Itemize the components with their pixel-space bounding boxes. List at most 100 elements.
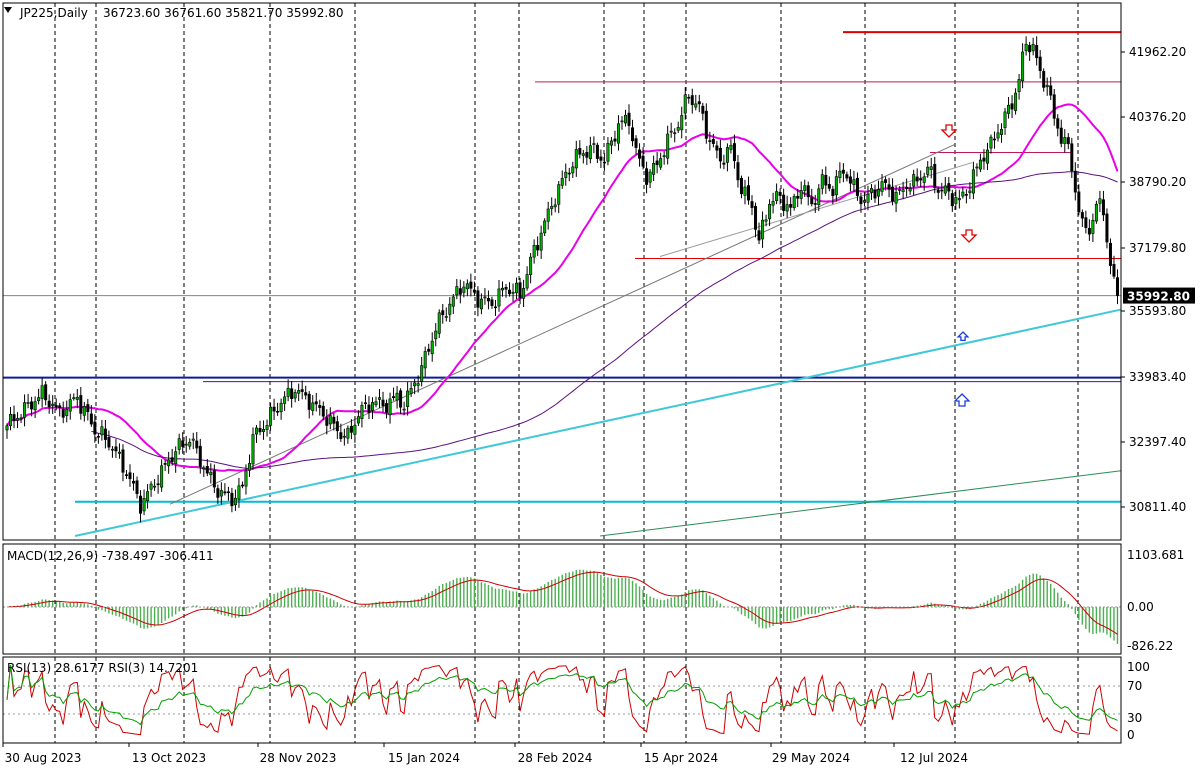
candle-bear	[54, 405, 58, 408]
macd-axis-label: -826.22	[1127, 639, 1173, 653]
candle-bull	[817, 188, 821, 205]
candle-bull	[560, 178, 564, 186]
candle-bull	[894, 192, 898, 204]
candle-bear	[718, 147, 722, 162]
candle-bull	[465, 283, 469, 290]
candle-bull	[648, 171, 652, 183]
candle-bull	[912, 174, 916, 187]
candle-bull	[184, 443, 188, 446]
candle-bull	[683, 94, 687, 114]
candle-bull	[378, 397, 382, 400]
candle-bear	[1084, 217, 1088, 228]
candle-bear	[318, 405, 322, 408]
candle-bear	[508, 289, 512, 295]
candle-bull	[283, 396, 287, 404]
candle-bull	[455, 286, 459, 296]
candle-bear	[321, 405, 325, 417]
candle-bear	[47, 400, 51, 408]
candle-bear	[135, 480, 139, 494]
candle-bull	[188, 441, 192, 447]
candle-bear	[1052, 94, 1056, 119]
candle-bull	[146, 491, 150, 502]
candle-bear	[132, 480, 136, 484]
candle-bull	[922, 176, 926, 183]
candle-bull	[588, 145, 592, 160]
candle-bull	[406, 390, 410, 407]
candle-bull	[37, 397, 41, 402]
candle-bull	[265, 425, 269, 430]
candle-bull	[1045, 84, 1049, 88]
candle-bear	[754, 205, 758, 230]
date-label: 15 Apr 2024	[644, 751, 718, 765]
date-label: 29 May 2024	[772, 751, 850, 765]
candle-bull	[866, 193, 870, 203]
macd-label: MACD(12,26,9) -738.497 -306.411	[7, 549, 214, 563]
candle-bear	[887, 184, 891, 190]
date-label: 28 Feb 2024	[518, 751, 593, 765]
candle-bear	[940, 189, 944, 192]
candle-bull	[244, 470, 248, 487]
chart-canvas[interactable]: MACD(12,26,9) -738.497 -306.411 RSI(13) …	[0, 0, 1202, 771]
candle-bull	[609, 140, 613, 146]
candle-bear	[121, 449, 125, 473]
candle-bear	[212, 470, 216, 488]
candle-bull	[792, 196, 796, 208]
candle-bull	[191, 438, 195, 441]
candle-bear	[757, 230, 761, 241]
candle-bull	[388, 398, 392, 416]
candle-bull	[19, 417, 23, 420]
candle-bull	[1017, 79, 1021, 92]
candle-bear	[982, 157, 986, 162]
candle-bear	[156, 483, 160, 486]
candle-bear	[314, 401, 318, 405]
candle-bear	[486, 297, 490, 302]
candle-bull	[852, 179, 856, 185]
sell-arrow-icon	[960, 229, 978, 243]
candle-bear	[711, 139, 715, 144]
candle-bull	[869, 188, 873, 193]
candle-bull	[1014, 92, 1018, 111]
candle-bull	[511, 291, 515, 294]
candle-bear	[567, 172, 571, 175]
date-label: 12 Jul 2024	[900, 751, 968, 765]
candle-bear	[458, 288, 462, 295]
candle-bull	[117, 451, 121, 454]
candle-bear	[476, 290, 480, 308]
candle-bull	[761, 219, 765, 240]
candle-bull	[943, 185, 947, 194]
candle-bear	[919, 178, 923, 181]
candle-bull	[592, 143, 596, 145]
candle-bear	[936, 189, 940, 193]
date-label: 13 Oct 2023	[132, 751, 206, 765]
candle-bear	[964, 194, 968, 196]
trading-chart[interactable]: MACD(12,26,9) -738.497 -306.411 RSI(13) …	[0, 0, 1202, 771]
candle-bear	[230, 492, 234, 507]
candle-bear	[518, 282, 522, 299]
candle-bull	[82, 406, 86, 416]
candle-bull	[581, 153, 585, 156]
candle-bear	[198, 445, 202, 468]
collapse-triangle-icon[interactable]	[4, 7, 12, 13]
candle-bear	[240, 484, 244, 487]
candle-bull	[286, 387, 290, 397]
candle-bear	[1049, 85, 1053, 96]
candle-bear	[905, 187, 909, 189]
rsi-axis-label: 0	[1127, 728, 1135, 742]
candle-bull	[262, 429, 266, 432]
candle-bear	[831, 188, 835, 197]
candle-bear	[810, 196, 814, 205]
candle-bear	[848, 176, 852, 184]
candle-bull	[174, 451, 178, 465]
candle-bull	[409, 388, 413, 394]
candle-bear	[634, 138, 638, 148]
candle-bear	[645, 168, 649, 185]
candle-bear	[226, 491, 230, 494]
candle-bear	[335, 421, 339, 432]
buy-arrow-icon	[953, 393, 971, 407]
candle-bear	[139, 495, 143, 514]
candle-bull	[834, 176, 838, 196]
candle-bull	[402, 408, 406, 411]
candle-bull	[771, 201, 775, 206]
buy-arrow-icon	[956, 331, 970, 342]
candle-bull	[100, 426, 104, 436]
